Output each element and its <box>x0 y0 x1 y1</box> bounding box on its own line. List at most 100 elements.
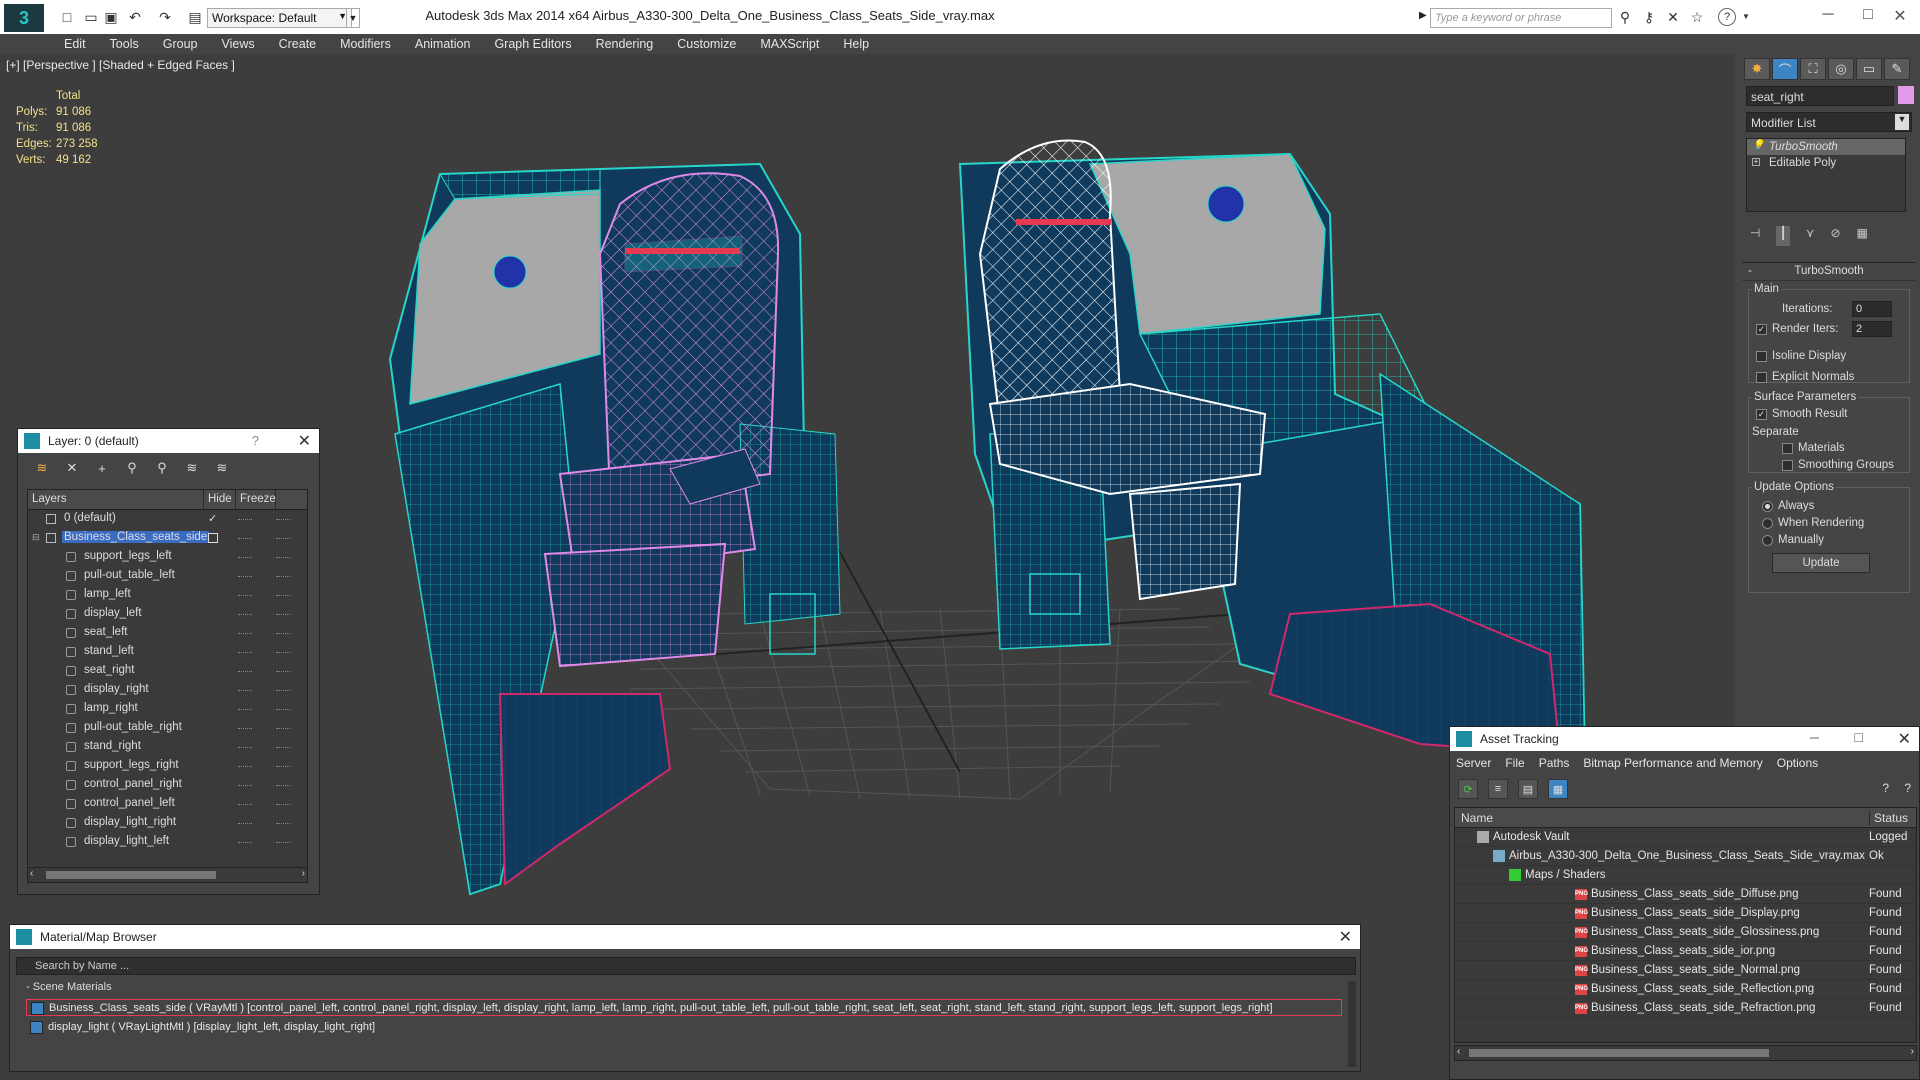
asset-tracking-titlebar[interactable]: Asset Tracking ─ □ ✕ <box>1450 727 1919 751</box>
help-icon[interactable]: ? <box>1882 781 1889 795</box>
menu-edit[interactable]: Edit <box>52 37 98 51</box>
freeze-toggle[interactable] <box>276 576 290 578</box>
hierarchy-tab-icon[interactable]: ⛶ <box>1800 58 1826 80</box>
layer-row[interactable]: display_light_left <box>28 833 307 852</box>
object-color-swatch[interactable] <box>1898 86 1914 104</box>
menu-views[interactable]: Views <box>209 37 266 51</box>
freeze-toggle[interactable] <box>276 747 290 749</box>
motion-tab-icon[interactable]: ◎ <box>1828 58 1854 80</box>
favorite-star-icon[interactable]: ☆ <box>1686 6 1708 28</box>
isoline-checkbox[interactable] <box>1756 351 1767 362</box>
stack-item-turbosmooth[interactable]: 💡 TurboSmooth <box>1747 139 1905 155</box>
hide-toggle[interactable] <box>238 538 252 540</box>
hide-toggle[interactable] <box>238 709 252 711</box>
freeze-toggle[interactable] <box>276 766 290 768</box>
material-scrollbar[interactable] <box>1348 981 1356 1067</box>
hide-layers-icon[interactable]: ≋ <box>212 458 232 478</box>
table-view-icon[interactable]: ▤ <box>1518 779 1538 799</box>
remove-modifier-icon[interactable]: ⊘ <box>1830 226 1840 246</box>
freeze-toggle[interactable] <box>276 690 290 692</box>
layer-row[interactable]: support_legs_left <box>28 548 307 567</box>
create-tab-icon[interactable]: ✸ <box>1744 58 1770 80</box>
material-search-input[interactable]: Search by Name ... <box>16 957 1356 975</box>
hide-toggle[interactable] <box>238 766 252 768</box>
make-unique-icon[interactable]: ⋎ <box>1806 226 1815 246</box>
close-icon[interactable]: ✕ <box>1880 6 1920 28</box>
grid-view-icon[interactable]: ▦ <box>1548 779 1568 799</box>
freeze-toggle[interactable] <box>276 519 290 521</box>
freeze-toggle[interactable] <box>276 823 290 825</box>
material-row[interactable]: display_light ( VRayLightMtl ) [display_… <box>26 1019 1342 1036</box>
status-column-header[interactable]: Status <box>1869 811 1908 825</box>
layer-row[interactable]: seat_right <box>28 662 307 681</box>
asset-row[interactable]: PNG Business_Class_seats_side_Reflection.… <box>1455 980 1916 999</box>
list-view-icon[interactable]: ≡ <box>1488 779 1508 799</box>
layer-row[interactable]: display_light_right <box>28 814 307 833</box>
asset-row[interactable]: PNG Business_Class_seats_side_Normal.png F… <box>1455 961 1916 980</box>
exchange-icon[interactable]: ✕ <box>1662 6 1684 28</box>
freeze-toggle[interactable] <box>276 633 290 635</box>
freeze-toggle[interactable] <box>276 804 290 806</box>
asset-row[interactable]: Autodesk Vault Logged <box>1455 828 1916 847</box>
layer-row[interactable]: display_left <box>28 605 307 624</box>
rollout-header[interactable]: - TurboSmooth <box>1742 263 1916 281</box>
asset-row[interactable]: PNG Business_Class_seats_side_Glossiness.… <box>1455 923 1916 942</box>
manually-radio[interactable] <box>1762 535 1773 546</box>
hide-toggle[interactable] <box>238 690 252 692</box>
menu-customize[interactable]: Customize <box>665 37 748 51</box>
help-icon[interactable]: ? <box>1718 8 1736 26</box>
layer-row[interactable]: 0 (default) ✓ <box>28 510 307 529</box>
asset-row[interactable]: PNG Business_Class_seats_side_ior.png Foun… <box>1455 942 1916 961</box>
menu-graph-editors[interactable]: Graph Editors <box>482 37 583 51</box>
when-rendering-radio[interactable] <box>1762 518 1773 529</box>
hide-toggle[interactable] <box>238 633 252 635</box>
help-dropdown-icon[interactable]: ▼ <box>1742 12 1750 21</box>
layers-column-header[interactable]: Layers <box>28 490 204 509</box>
layer-row[interactable]: stand_left <box>28 643 307 662</box>
hide-toggle[interactable] <box>238 785 252 787</box>
stack-item-editable-poly[interactable]: + Editable Poly <box>1747 155 1905 171</box>
menu-tools[interactable]: Tools <box>98 37 151 51</box>
pin-stack-icon[interactable]: ⊣ <box>1750 226 1760 246</box>
asset-menu-options[interactable]: Options <box>1777 756 1818 770</box>
highlight-layer-icon[interactable]: ≋ <box>182 458 202 478</box>
close-icon[interactable]: ✕ <box>1339 927 1352 947</box>
scene-materials-group[interactable]: - Scene Materials <box>16 981 1356 997</box>
hide-toggle[interactable] <box>238 842 252 844</box>
menu-group[interactable]: Group <box>151 37 210 51</box>
asset-row[interactable]: PNG Business_Class_seats_side_Display.png… <box>1455 904 1916 923</box>
expand-icon[interactable]: ⊟ <box>32 532 40 543</box>
layer-row[interactable]: ⊟ Business_Class_seats_side <box>28 529 307 548</box>
layer-row[interactable]: support_legs_right <box>28 757 307 776</box>
freeze-toggle[interactable] <box>276 728 290 730</box>
layer-row[interactable]: seat_left <box>28 624 307 643</box>
asset-row[interactable]: PNG Business_Class_seats_side_Refraction.… <box>1455 999 1916 1018</box>
help-context-icon[interactable]: ? <box>1904 781 1911 795</box>
hide-column-header[interactable]: Hide <box>204 490 236 509</box>
freeze-toggle[interactable] <box>276 785 290 787</box>
freeze-toggle[interactable] <box>276 842 290 844</box>
hide-toggle[interactable] <box>238 823 252 825</box>
scroll-right-icon[interactable]: › <box>1911 1046 1914 1057</box>
menu-create[interactable]: Create <box>267 37 329 51</box>
delete-layer-icon[interactable]: ✕ <box>62 458 82 478</box>
asset-row[interactable]: PNG Business_Class_seats_side_Diffuse.png… <box>1455 885 1916 904</box>
hide-toggle[interactable] <box>238 557 252 559</box>
asset-horizontal-scrollbar[interactable]: ‹ › <box>1454 1045 1917 1061</box>
menu-help[interactable]: Help <box>831 37 881 51</box>
asset-row[interactable]: Airbus_A330-300_Delta_One_Business_Class… <box>1455 847 1916 866</box>
minimize-icon[interactable]: ─ <box>1810 730 1819 745</box>
scroll-left-icon[interactable]: ‹ <box>30 868 33 879</box>
explicit-normals-checkbox[interactable] <box>1756 372 1767 383</box>
scroll-thumb[interactable] <box>46 871 216 879</box>
scroll-thumb[interactable] <box>1469 1049 1769 1057</box>
layer-row[interactable]: control_panel_right <box>28 776 307 795</box>
search-arrow-icon[interactable]: ▶ <box>1419 10 1427 21</box>
maximize-icon[interactable]: □ <box>1855 729 1863 745</box>
freeze-toggle[interactable] <box>276 709 290 711</box>
layer-row[interactable]: display_right <box>28 681 307 700</box>
menu-modifiers[interactable]: Modifiers <box>328 37 403 51</box>
configure-sets-icon[interactable]: ▦ <box>1857 226 1868 246</box>
hide-toggle[interactable] <box>238 576 252 578</box>
always-radio[interactable] <box>1762 501 1773 512</box>
